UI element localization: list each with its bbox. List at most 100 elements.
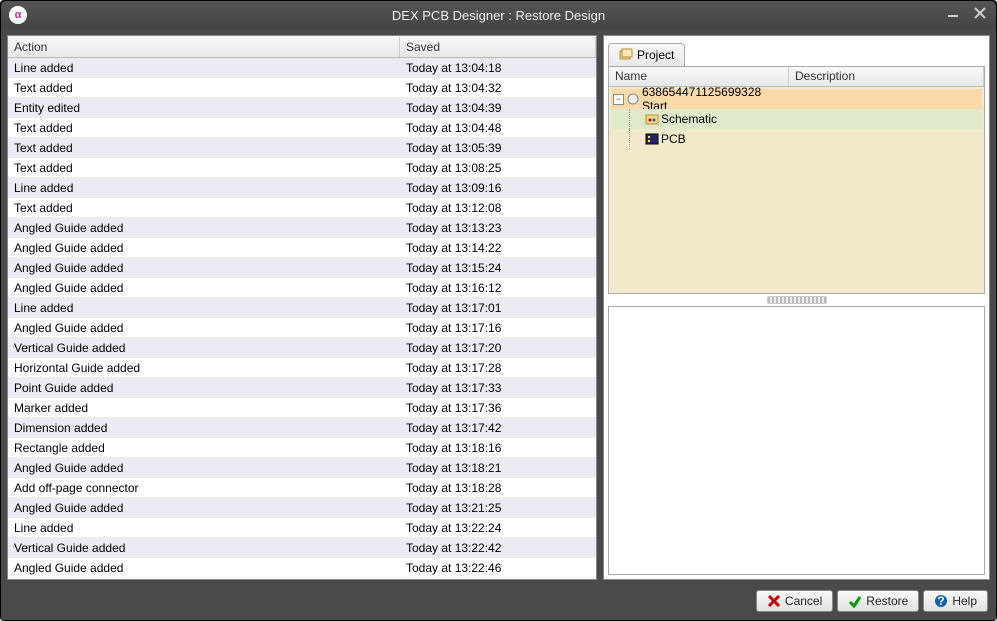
tab-bar: Project <box>604 36 989 66</box>
cell-action: Line added <box>8 179 400 197</box>
cell-saved: Today at 13:17:20 <box>400 339 596 357</box>
minimize-button[interactable] <box>946 6 962 20</box>
window: α DEX PCB Designer : Restore Design Acti… <box>0 0 997 621</box>
titlebar: α DEX PCB Designer : Restore Design <box>1 1 996 29</box>
cell-saved: Today at 13:04:32 <box>400 79 596 97</box>
table-row[interactable]: Angled Guide addedToday at 13:18:21 <box>8 458 596 478</box>
tree-column-description[interactable]: Description <box>789 67 984 86</box>
preview-panel <box>608 306 985 575</box>
help-label: Help <box>952 594 977 608</box>
cell-action: Text added <box>8 199 400 217</box>
cell-action: Entity edited <box>8 99 400 117</box>
cell-action: Add off-page connector <box>8 479 400 497</box>
table-row[interactable]: Angled Guide addedToday at 13:13:23 <box>8 218 596 238</box>
tab-project[interactable]: Project <box>608 43 685 66</box>
cell-saved: Today at 13:18:28 <box>400 479 596 497</box>
cell-action: Dimension added <box>8 419 400 437</box>
history-table-header: Action Saved <box>8 36 596 58</box>
cell-action: Angled Guide added <box>8 219 400 237</box>
table-row[interactable]: Point Guide addedToday at 13:17:33 <box>8 378 596 398</box>
cancel-label: Cancel <box>785 594 822 608</box>
tree-column-name[interactable]: Name <box>609 67 789 86</box>
table-row[interactable]: Angled Guide addedToday at 13:16:12 <box>8 278 596 298</box>
action-history-panel: Action Saved Line addedToday at 13:04:18… <box>7 35 597 580</box>
table-row[interactable]: Vertical Guide addedToday at 13:17:20 <box>8 338 596 358</box>
project-icon <box>619 48 633 62</box>
cell-action: Text added <box>8 139 400 157</box>
table-row[interactable]: Line addedToday at 13:09:16 <box>8 178 596 198</box>
cell-saved: Today at 13:22:42 <box>400 539 596 557</box>
cell-action: Horizontal Guide added <box>8 359 400 377</box>
tree-pcb-row[interactable]: PCB <box>611 129 982 149</box>
cell-action: Angled Guide added <box>8 259 400 277</box>
column-saved[interactable]: Saved <box>400 37 596 57</box>
table-row[interactable]: Text addedToday at 13:08:25 <box>8 158 596 178</box>
cell-saved: Today at 13:14:22 <box>400 239 596 257</box>
table-row[interactable]: Add off-page connectorToday at 13:18:28 <box>8 478 596 498</box>
table-row[interactable]: Line addedToday at 13:22:24 <box>8 518 596 538</box>
cell-saved: Today at 13:17:16 <box>400 319 596 337</box>
history-table-body[interactable]: Line addedToday at 13:04:18Text addedTod… <box>8 58 596 579</box>
cancel-icon <box>767 594 781 608</box>
cell-saved: Today at 13:13:23 <box>400 219 596 237</box>
cell-action: Angled Guide added <box>8 559 400 577</box>
cell-action: Marker added <box>8 399 400 417</box>
help-button[interactable]: ? Help <box>923 590 988 612</box>
cell-saved: Today at 13:22:24 <box>400 519 596 537</box>
splitter-handle[interactable] <box>767 296 827 304</box>
column-action[interactable]: Action <box>8 37 400 57</box>
restore-icon <box>848 594 862 608</box>
table-row[interactable]: Text addedToday at 13:12:08 <box>8 198 596 218</box>
cell-saved: Today at 13:17:36 <box>400 399 596 417</box>
svg-text:?: ? <box>938 594 945 608</box>
cell-action: Angled Guide added <box>8 459 400 477</box>
table-row[interactable]: Line addedToday at 13:04:18 <box>8 58 596 78</box>
window-title: DEX PCB Designer : Restore Design <box>392 8 605 23</box>
cell-saved: Today at 13:18:21 <box>400 459 596 477</box>
project-panel: Project Name Description − <box>603 35 990 580</box>
tree-collapse-icon[interactable]: − <box>613 94 624 105</box>
table-row[interactable]: Angled Guide addedToday at 13:17:16 <box>8 318 596 338</box>
cell-saved: Today at 13:17:01 <box>400 299 596 317</box>
table-row[interactable]: Rectangle addedToday at 13:18:16 <box>8 438 596 458</box>
cell-action: Line added <box>8 59 400 77</box>
cell-saved: Today at 13:09:16 <box>400 179 596 197</box>
cell-action: Rectangle added <box>8 439 400 457</box>
cancel-button[interactable]: Cancel <box>756 590 833 612</box>
table-row[interactable]: Angled Guide addedToday at 13:22:46 <box>8 558 596 578</box>
circle-icon <box>626 92 640 106</box>
tree-view: Name Description − 638654471125699328 St… <box>608 66 985 294</box>
cell-action: Text added <box>8 79 400 97</box>
table-row[interactable]: Angled Guide addedToday at 13:14:22 <box>8 238 596 258</box>
tree-pcb-label: PCB <box>661 132 686 146</box>
pcb-icon <box>645 132 659 146</box>
cell-saved: Today at 13:17:42 <box>400 419 596 437</box>
cell-saved: Today at 13:04:39 <box>400 99 596 117</box>
close-button[interactable] <box>972 6 988 20</box>
cell-action: Vertical Guide added <box>8 339 400 357</box>
table-row[interactable]: Text addedToday at 13:05:39 <box>8 138 596 158</box>
help-icon: ? <box>934 594 948 608</box>
cell-saved: Today at 13:16:12 <box>400 279 596 297</box>
app-icon: α <box>9 6 27 24</box>
cell-saved: Today at 13:17:28 <box>400 359 596 377</box>
cell-action: Point Guide added <box>8 379 400 397</box>
cell-action: Line added <box>8 299 400 317</box>
restore-button[interactable]: Restore <box>837 590 919 612</box>
tree-root-row[interactable]: − 638654471125699328 Start <box>611 89 982 109</box>
table-row[interactable]: Text addedToday at 13:04:32 <box>8 78 596 98</box>
cell-action: Angled Guide added <box>8 319 400 337</box>
table-row[interactable]: Dimension addedToday at 13:17:42 <box>8 418 596 438</box>
table-row[interactable]: Entity editedToday at 13:04:39 <box>8 98 596 118</box>
tree-schematic-row[interactable]: Schematic <box>611 109 982 129</box>
table-row[interactable]: Horizontal Guide addedToday at 13:17:28 <box>8 358 596 378</box>
table-row[interactable]: Angled Guide addedToday at 13:21:25 <box>8 498 596 518</box>
tree-schematic-label: Schematic <box>661 112 717 126</box>
cell-saved: Today at 13:04:18 <box>400 59 596 77</box>
table-row[interactable]: Text addedToday at 13:04:48 <box>8 118 596 138</box>
table-row[interactable]: Marker addedToday at 13:17:36 <box>8 398 596 418</box>
tab-project-label: Project <box>637 48 674 62</box>
table-row[interactable]: Line addedToday at 13:17:01 <box>8 298 596 318</box>
table-row[interactable]: Angled Guide addedToday at 13:15:24 <box>8 258 596 278</box>
table-row[interactable]: Vertical Guide addedToday at 13:22:42 <box>8 538 596 558</box>
